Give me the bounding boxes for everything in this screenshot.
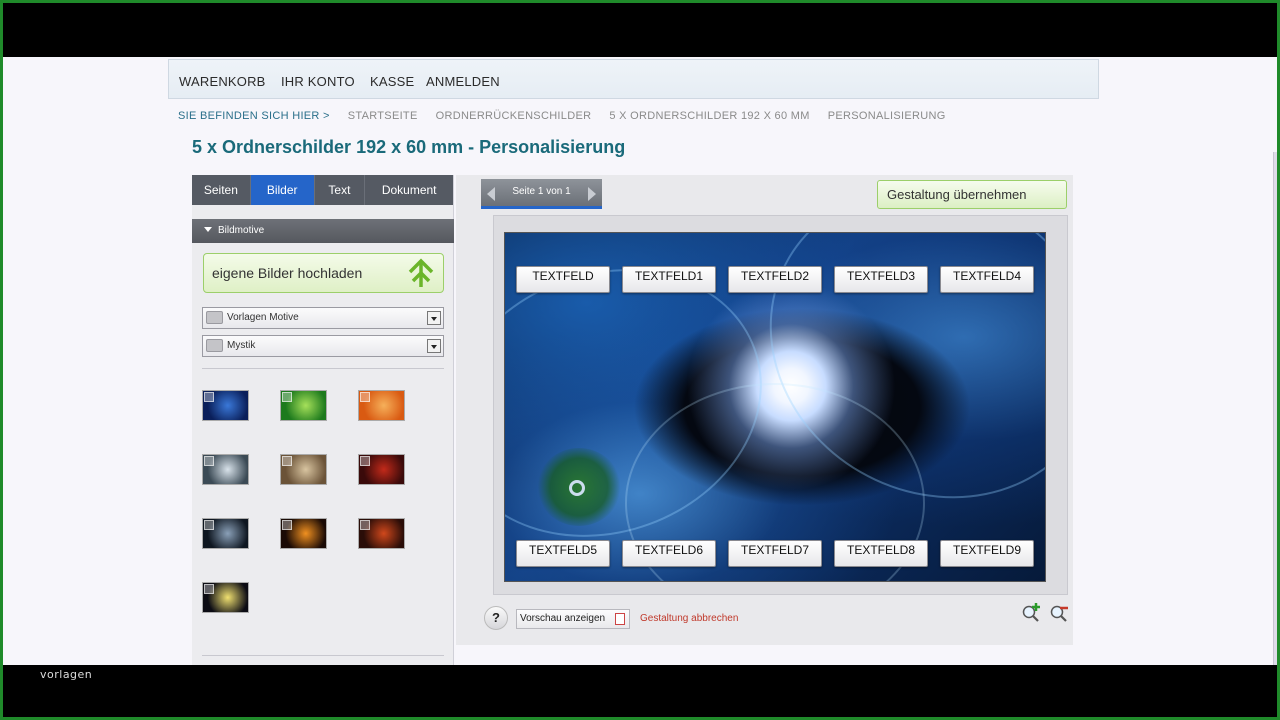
divider bbox=[202, 655, 444, 656]
collapse-triangle-icon bbox=[204, 227, 212, 232]
thumbnail-edit-icon bbox=[282, 456, 292, 466]
nav-kasse[interactable]: KASSE bbox=[370, 74, 414, 89]
tab-dokument[interactable]: Dokument bbox=[365, 175, 453, 205]
textfield-6[interactable]: TEXTFELD6 bbox=[622, 540, 716, 567]
tab-text[interactable]: Text bbox=[315, 175, 366, 205]
thumbnail-edit-icon bbox=[204, 584, 214, 594]
motive-thumbnail-green-orb[interactable] bbox=[280, 390, 327, 421]
page-title: 5 x Ordnerschilder 192 x 60 mm - Persona… bbox=[192, 137, 626, 157]
thumbnail-edit-icon bbox=[360, 456, 370, 466]
upload-arrow-icon bbox=[408, 258, 434, 287]
nav-warenkorb[interactable]: WARENKORB bbox=[179, 74, 266, 89]
video-caption: vorlagen bbox=[40, 668, 93, 681]
motive-category-value: Vorlagen Motive bbox=[227, 312, 299, 323]
help-button[interactable]: ? bbox=[484, 606, 508, 630]
motive-subcategory-select[interactable]: Mystik bbox=[202, 335, 444, 357]
breadcrumb-product[interactable]: 5 X ORDNERSCHILDER 192 X 60 MM bbox=[609, 110, 809, 122]
textfield-5[interactable]: TEXTFELD5 bbox=[516, 540, 610, 567]
top-navigation: WARENKORB IHR KONTO KASSE ANMELDEN bbox=[168, 59, 1099, 99]
tab-bilder[interactable]: Bilder bbox=[250, 175, 315, 205]
thumbnail-edit-icon bbox=[360, 520, 370, 530]
upload-label: eigene Bilder hochladen bbox=[212, 265, 363, 281]
textfield-7[interactable]: TEXTFELD7 bbox=[728, 540, 822, 567]
breadcrumb-personalisierung[interactable]: PERSONALISIERUNG bbox=[828, 110, 946, 122]
textfield-2[interactable]: TEXTFELD2 bbox=[728, 266, 822, 293]
folder-icon bbox=[206, 339, 223, 352]
apply-design-button[interactable]: Gestaltung übernehmen bbox=[877, 180, 1067, 209]
page-indicator: Seite 1 von 1 bbox=[512, 186, 571, 197]
motive-thumbnail-red-dragon[interactable] bbox=[358, 454, 405, 485]
thumbnail-edit-icon bbox=[282, 520, 292, 530]
motive-thumbnail-space-galaxy[interactable] bbox=[202, 390, 249, 421]
thumbnail-edit-icon bbox=[204, 456, 214, 466]
breadcrumb: SIE BEFINDEN SICH HIER > STARTSEITE ORDN… bbox=[178, 110, 946, 122]
textfield-4[interactable]: TEXTFELD4 bbox=[940, 266, 1034, 293]
folder-icon bbox=[206, 311, 223, 324]
web-page: WARENKORB IHR KONTO KASSE ANMELDEN SIE B… bbox=[3, 57, 1277, 665]
tab-seiten[interactable]: Seiten bbox=[192, 175, 251, 205]
chevron-down-icon bbox=[427, 339, 441, 353]
textfield-1[interactable]: TEXTFELD1 bbox=[622, 266, 716, 293]
nav-anmelden[interactable]: ANMELDEN bbox=[426, 74, 500, 89]
page-navigator: Seite 1 von 1 bbox=[481, 179, 602, 209]
breadcrumb-label: SIE BEFINDEN SICH HIER > bbox=[178, 110, 330, 122]
video-bottom-bar bbox=[0, 665, 1280, 720]
divider bbox=[202, 368, 444, 369]
motive-thumbnail-orange-swirl[interactable] bbox=[358, 390, 405, 421]
canvas-frame: TEXTFELD TEXTFELD1 TEXTFELD2 TEXTFELD3 T… bbox=[493, 215, 1068, 595]
motive-thumbnail-beige-figure[interactable] bbox=[280, 454, 327, 485]
preview-label: Vorschau anzeigen bbox=[520, 613, 606, 624]
motive-thumbnail-moon-landscape[interactable] bbox=[202, 582, 249, 613]
nav-ihr-konto[interactable]: IHR KONTO bbox=[281, 74, 355, 89]
motive-subcategory-value: Mystik bbox=[227, 340, 256, 351]
section-bildmotive[interactable]: Bildmotive bbox=[192, 219, 454, 243]
previous-page-arrow-icon[interactable] bbox=[487, 187, 495, 201]
motive-thumbnail-fire-sword[interactable] bbox=[280, 518, 327, 549]
motive-category-select[interactable]: Vorlagen Motive bbox=[202, 307, 444, 329]
breadcrumb-startseite[interactable]: STARTSEITE bbox=[348, 110, 418, 122]
label-canvas[interactable]: TEXTFELD TEXTFELD1 TEXTFELD2 TEXTFELD3 T… bbox=[504, 232, 1046, 582]
preview-button[interactable]: Vorschau anzeigen bbox=[516, 609, 630, 629]
motive-thumbnail-planet-dark[interactable] bbox=[202, 518, 249, 549]
textfield-8[interactable]: TEXTFELD8 bbox=[834, 540, 928, 567]
breadcrumb-ordnerrueckenschilder[interactable]: ORDNERRÜCKENSCHILDER bbox=[436, 110, 592, 122]
textfield-0[interactable]: TEXTFELD bbox=[516, 266, 610, 293]
video-top-bar bbox=[0, 0, 1280, 57]
upload-images-button[interactable]: eigene Bilder hochladen bbox=[203, 253, 444, 293]
motive-thumbnail-jet-plane[interactable] bbox=[202, 454, 249, 485]
cancel-design-link[interactable]: Gestaltung abbrechen bbox=[640, 613, 738, 624]
motive-thumbnail-red-fantasy[interactable] bbox=[358, 518, 405, 549]
editor-area: Seite 1 von 1 Gestaltung übernehmen TEXT… bbox=[456, 175, 1073, 645]
section-title: Bildmotive bbox=[218, 225, 265, 236]
textfield-3[interactable]: TEXTFELD3 bbox=[834, 266, 928, 293]
next-page-arrow-icon[interactable] bbox=[588, 187, 596, 201]
tool-tabs: Seiten Bilder Text Dokument bbox=[192, 175, 453, 205]
zoom-in-icon[interactable] bbox=[1021, 603, 1041, 623]
textfield-9[interactable]: TEXTFELD9 bbox=[940, 540, 1034, 567]
thumbnail-edit-icon bbox=[282, 392, 292, 402]
loading-ring-icon bbox=[569, 480, 585, 496]
pdf-icon bbox=[615, 613, 625, 625]
thumbnail-edit-icon bbox=[204, 392, 214, 402]
tool-panel: Seiten Bilder Text Dokument Bildmotive e… bbox=[192, 175, 454, 665]
chevron-down-icon bbox=[427, 311, 441, 325]
thumbnail-edit-icon bbox=[360, 392, 370, 402]
zoom-out-icon[interactable] bbox=[1049, 603, 1069, 623]
scrollbar[interactable] bbox=[1273, 152, 1277, 665]
thumbnail-edit-icon bbox=[204, 520, 214, 530]
